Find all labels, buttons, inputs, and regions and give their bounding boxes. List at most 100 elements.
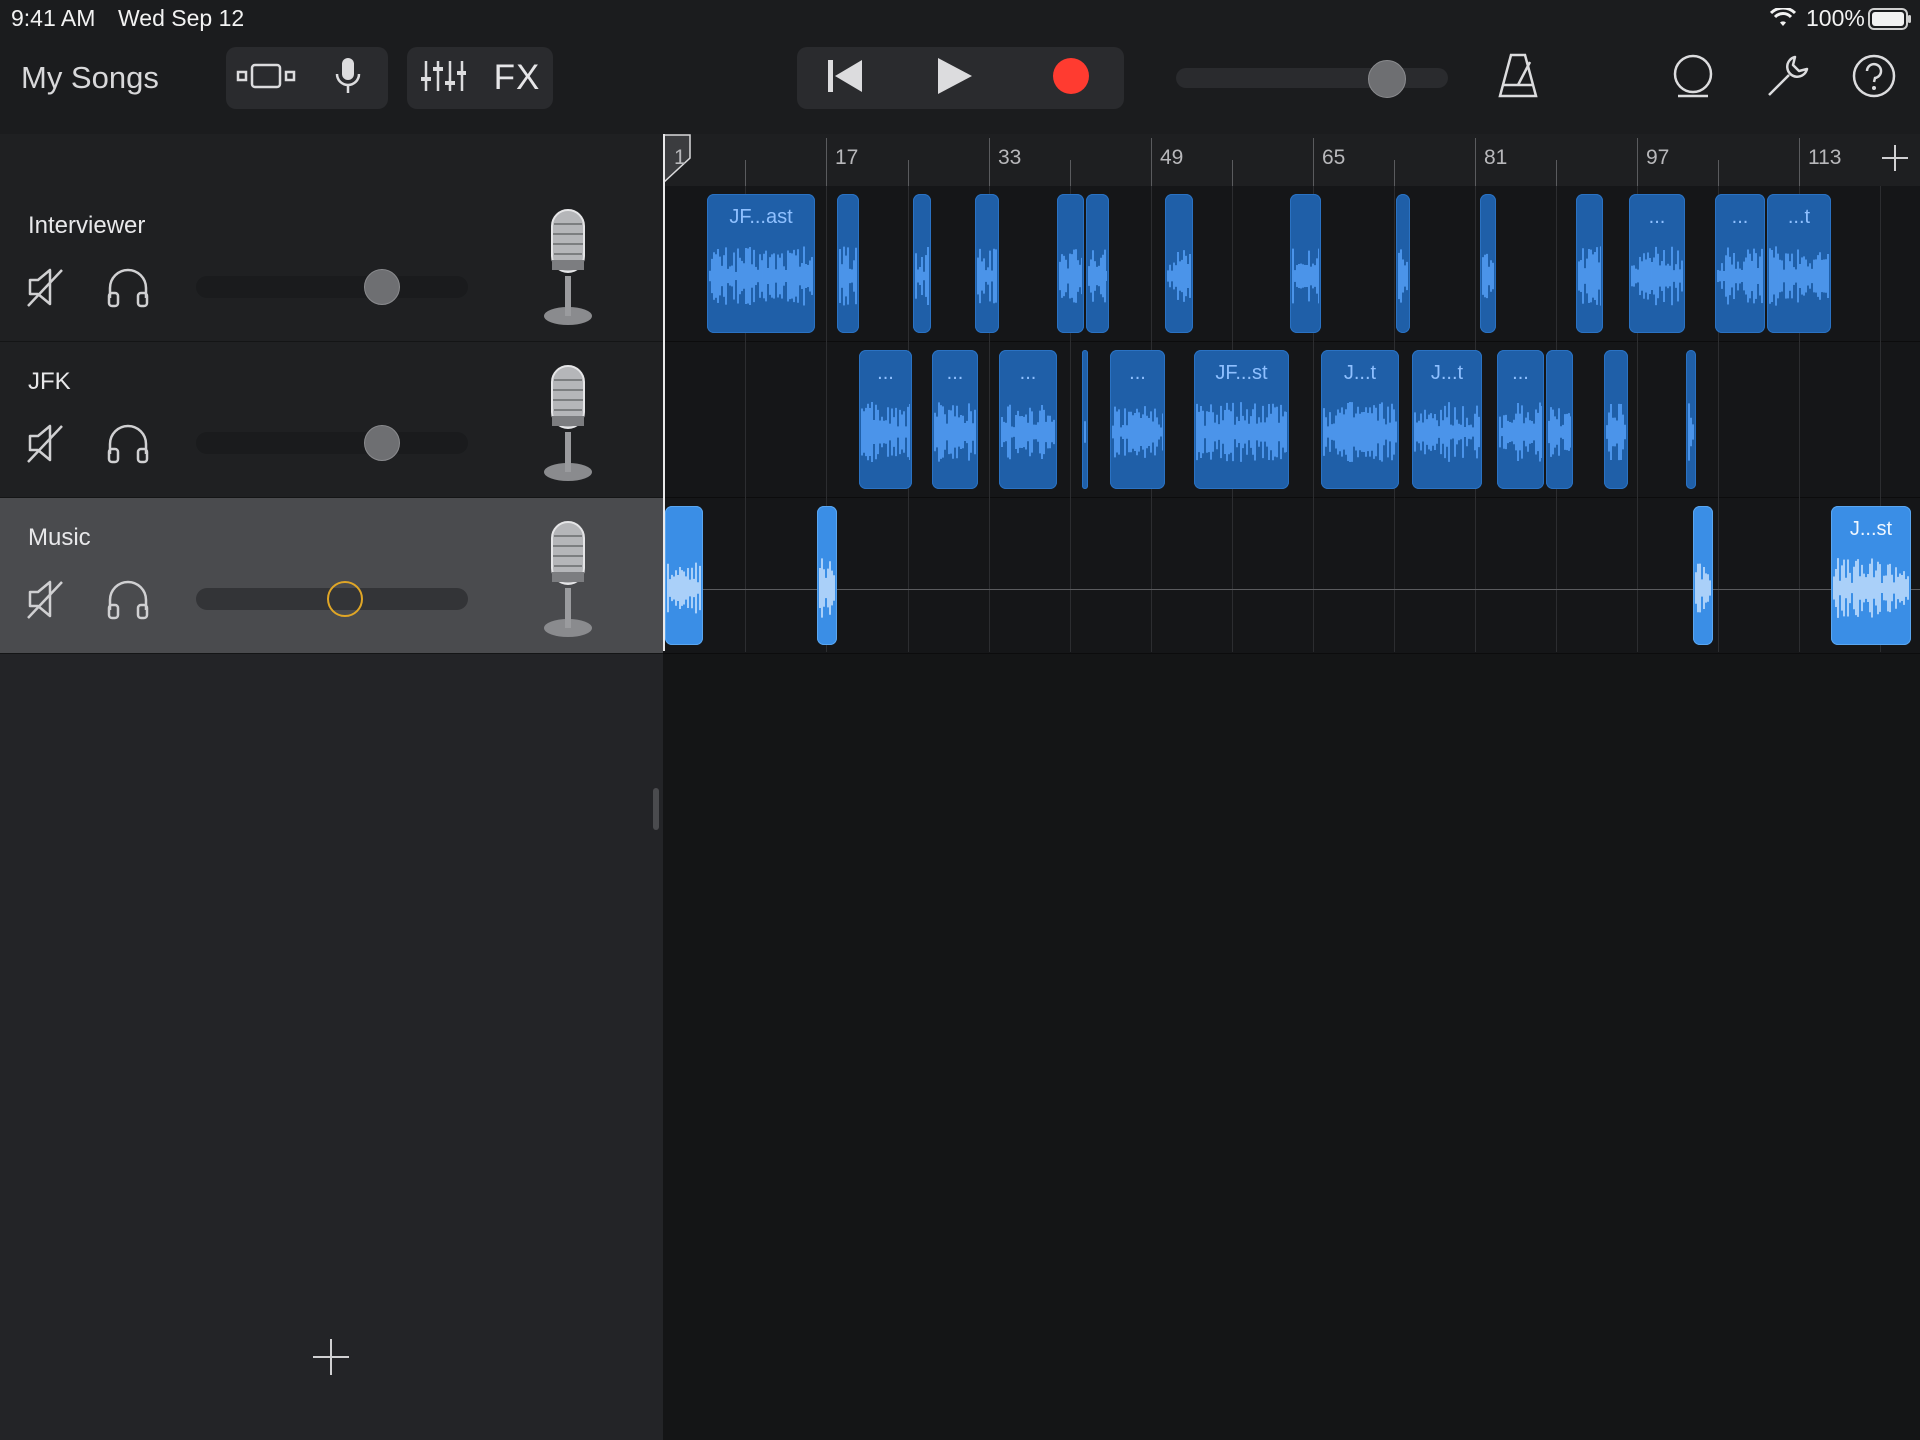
- waveform: [1769, 245, 1829, 306]
- audio-region[interactable]: J...t: [1321, 350, 1399, 489]
- record-button[interactable]: [1017, 47, 1124, 109]
- region-label: J...t: [1430, 362, 1464, 384]
- audio-region[interactable]: [1290, 194, 1321, 333]
- microphone-instrument-icon[interactable]: [538, 362, 598, 489]
- audio-region[interactable]: [1686, 350, 1696, 489]
- track-volume-knob[interactable]: [327, 581, 363, 617]
- waveform: [977, 248, 997, 303]
- audio-region[interactable]: [1165, 194, 1193, 333]
- settings-button[interactable]: [1760, 50, 1816, 106]
- audio-region[interactable]: ...: [1497, 350, 1544, 489]
- rewind-button[interactable]: [797, 47, 893, 109]
- loop-browser-button[interactable]: [1664, 50, 1722, 106]
- audio-region[interactable]: ...: [999, 350, 1057, 489]
- region-label: ...: [1019, 362, 1037, 384]
- master-volume-knob[interactable]: [1368, 60, 1406, 98]
- track-header-jfk[interactable]: JFK: [0, 342, 663, 498]
- audio-region[interactable]: ...t: [1767, 194, 1831, 333]
- waveform: [667, 562, 701, 613]
- ruler-tick: [1394, 160, 1395, 186]
- audio-region[interactable]: [1480, 194, 1496, 333]
- region-label: ...: [1648, 206, 1666, 228]
- record-icon: [1051, 56, 1091, 101]
- track-volume-knob[interactable]: [364, 425, 400, 461]
- audio-region[interactable]: [1086, 194, 1109, 333]
- status-time: 9:41 AM: [11, 5, 96, 31]
- audio-region[interactable]: ...: [1110, 350, 1165, 489]
- waveform: [915, 246, 929, 305]
- track-name: JFK: [28, 368, 71, 395]
- track-volume-knob[interactable]: [364, 269, 400, 305]
- headphones-icon[interactable]: [106, 578, 150, 625]
- playhead-line[interactable]: [663, 134, 665, 651]
- my-songs-button[interactable]: My Songs: [21, 60, 159, 96]
- loop-icon: [1670, 53, 1716, 104]
- tracks-view-button[interactable]: [226, 47, 306, 109]
- audio-region[interactable]: J...st: [1831, 506, 1911, 645]
- help-button[interactable]: [1846, 50, 1902, 106]
- waveform: [1001, 404, 1055, 459]
- track-header-top: [0, 134, 663, 187]
- lane-music[interactable]: [663, 498, 1920, 654]
- audio-region[interactable]: [837, 194, 859, 333]
- ruler-tick: [908, 160, 909, 186]
- play-button[interactable]: [897, 47, 1013, 109]
- plus-icon: [1880, 143, 1910, 178]
- ruler-tick: [1475, 138, 1476, 186]
- audio-region[interactable]: [817, 506, 837, 645]
- track-volume-slider[interactable]: [196, 432, 468, 454]
- add-track-button[interactable]: [306, 1334, 356, 1384]
- audio-region[interactable]: ...: [859, 350, 912, 489]
- lane-jfk[interactable]: [663, 342, 1920, 498]
- region-label: ...t: [1787, 206, 1811, 228]
- mute-icon[interactable]: [26, 422, 66, 469]
- track-volume-slider[interactable]: [196, 276, 468, 298]
- track-header-interviewer[interactable]: Interviewer: [0, 186, 663, 342]
- audio-region[interactable]: [975, 194, 999, 333]
- audio-region[interactable]: ...: [1715, 194, 1765, 333]
- audio-region[interactable]: JF...ast: [707, 194, 815, 333]
- headphones-icon[interactable]: [106, 266, 150, 313]
- metronome-button[interactable]: [1490, 50, 1546, 106]
- microphone-icon: [334, 56, 362, 101]
- waveform: [1631, 246, 1683, 305]
- transport-group: [797, 47, 1124, 109]
- headphones-icon[interactable]: [106, 422, 150, 469]
- fx-button[interactable]: FX: [481, 47, 553, 109]
- audio-region[interactable]: [665, 506, 703, 645]
- microphone-button[interactable]: [308, 47, 388, 109]
- ruler-tick: [826, 138, 827, 186]
- audio-region[interactable]: [913, 194, 931, 333]
- mute-icon[interactable]: [26, 266, 66, 313]
- audio-region[interactable]: [1576, 194, 1603, 333]
- view-toggle-group: [226, 47, 388, 109]
- audio-region[interactable]: [1546, 350, 1573, 489]
- plus-icon: [311, 1337, 351, 1382]
- ruler-tick: [1718, 160, 1719, 186]
- region-label: ...: [946, 362, 964, 384]
- audio-region[interactable]: [1396, 194, 1410, 333]
- waveform: [1578, 245, 1601, 306]
- audio-region[interactable]: JF...st: [1194, 350, 1289, 489]
- timeline-ruler[interactable]: 1 17 33 49 65 81 97 113: [663, 134, 1920, 187]
- audio-region[interactable]: J...t: [1412, 350, 1482, 489]
- master-volume-slider[interactable]: [1176, 68, 1448, 88]
- audio-region[interactable]: [1604, 350, 1628, 489]
- microphone-instrument-icon[interactable]: [538, 206, 598, 333]
- ruler-bar-113: 113: [1808, 146, 1842, 169]
- microphone-instrument-icon[interactable]: [538, 518, 598, 645]
- fx-label: FX: [493, 58, 541, 97]
- battery-percent: 100%: [1806, 5, 1865, 31]
- region-label: ...: [1129, 362, 1146, 384]
- waveform: [1499, 402, 1542, 461]
- audio-region[interactable]: [1057, 194, 1084, 333]
- audio-region[interactable]: [1082, 350, 1088, 489]
- track-header-music[interactable]: Music: [0, 498, 663, 654]
- audio-region[interactable]: ...: [932, 350, 978, 489]
- audio-region[interactable]: ...: [1629, 194, 1685, 333]
- add-section-button[interactable]: [1875, 140, 1915, 180]
- audio-region[interactable]: [1693, 506, 1713, 645]
- mixer-button[interactable]: [407, 47, 479, 109]
- panel-resize-handle[interactable]: [653, 788, 659, 830]
- mute-icon[interactable]: [26, 578, 66, 625]
